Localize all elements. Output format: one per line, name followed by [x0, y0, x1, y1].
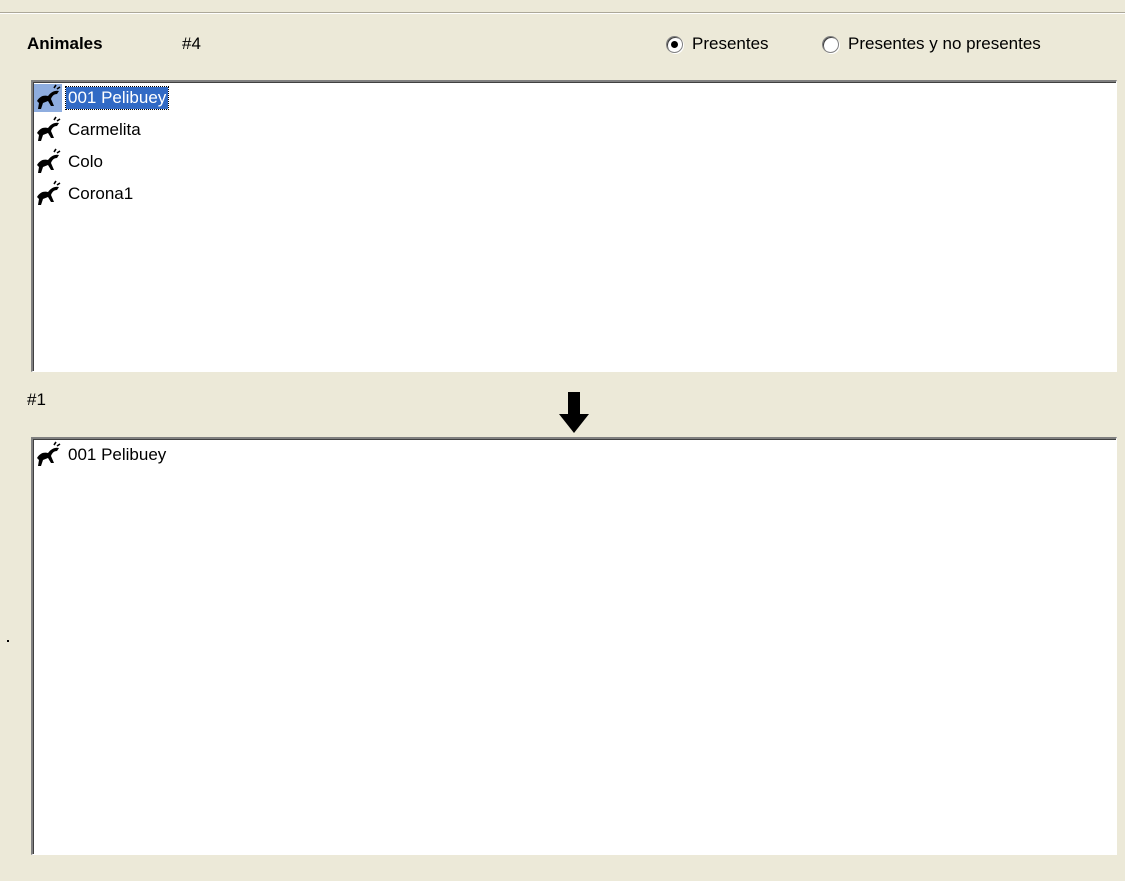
stray-pixel	[7, 640, 9, 642]
list-item-label: 001 Pelibuey	[64, 86, 170, 110]
animal-icon	[34, 84, 62, 112]
list-item[interactable]: Carmelita	[33, 114, 1116, 146]
available-animals-list[interactable]: 001 Pelibuey Carmelita Colo Corona1	[31, 80, 1117, 372]
list-item[interactable]: Corona1	[33, 178, 1116, 210]
list-item[interactable]: 001 Pelibuey	[33, 82, 1116, 114]
list-item-label: Carmelita	[68, 120, 141, 139]
radio-presentes-y-no-presentes[interactable]: Presentes y no presentes	[822, 34, 1041, 54]
radio-button-icon[interactable]	[822, 35, 839, 53]
list-item-label: Corona1	[68, 184, 134, 203]
available-count: #4	[182, 34, 201, 53]
radio-presentes[interactable]: Presentes	[666, 34, 769, 54]
section-title: Animales	[27, 34, 103, 53]
radio-button-icon[interactable]	[666, 35, 683, 53]
animal-icon	[37, 148, 61, 173]
radio-selected-dot	[671, 40, 678, 48]
radio-presentes-y-no-presentes-label: Presentes y no presentes	[848, 34, 1041, 53]
radio-presentes-label: Presentes	[692, 34, 769, 53]
list-item-label: 001 Pelibuey	[68, 445, 167, 464]
arrow-down-icon[interactable]	[558, 392, 590, 434]
top-divider	[0, 12, 1125, 14]
animal-icon	[37, 116, 61, 141]
list-item-label: Colo	[68, 152, 103, 171]
animal-icon	[37, 180, 61, 205]
animal-icon	[37, 441, 61, 466]
list-item[interactable]: 001 Pelibuey	[33, 439, 1116, 471]
animals-panel: Animales #4 Presentes Presentes y no pre…	[0, 0, 1125, 881]
selected-count: #1	[27, 390, 46, 409]
selected-animals-list[interactable]: 001 Pelibuey	[31, 437, 1117, 855]
list-item[interactable]: Colo	[33, 146, 1116, 178]
